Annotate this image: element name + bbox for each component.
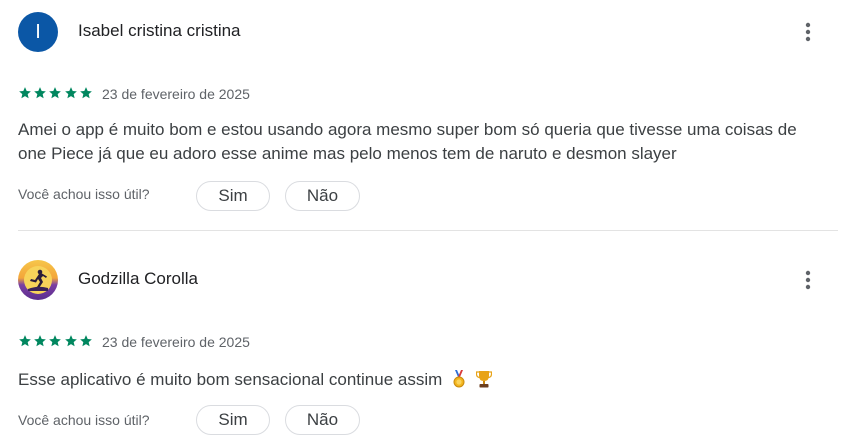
star-icon: [34, 87, 47, 99]
review-text-content: Esse aplicativo é muito bom sensacional …: [18, 370, 443, 389]
surfer-sunset-avatar: [18, 260, 58, 300]
star-icon: [49, 87, 62, 99]
star-rating: [18, 86, 94, 100]
more-options-icon[interactable]: [796, 268, 820, 292]
helpful-prompt: Você achou isso útil?: [18, 412, 150, 428]
trophy-icon: [475, 371, 492, 388]
star-icon: [49, 335, 62, 347]
surfer-figure-icon: [28, 269, 48, 291]
medal-icon: [453, 370, 465, 388]
star-icon: [19, 87, 31, 99]
star-icon: [79, 87, 92, 99]
review-text: Esse aplicativo é muito bom sensacional …: [18, 368, 828, 392]
reviewer-name: Godzilla Corolla: [78, 269, 198, 288]
review-card: Godzilla Corolla 23 de fevereiro de 2025…: [0, 248, 858, 440]
helpful-no-button[interactable]: Não: [285, 405, 360, 435]
avatar: I: [18, 12, 58, 52]
star-icon: [19, 335, 31, 347]
divider: [18, 230, 838, 231]
review-date: 23 de fevereiro de 2025: [102, 334, 250, 350]
more-options-icon[interactable]: [796, 20, 820, 44]
star-rating: [18, 334, 94, 348]
star-icon: [64, 335, 77, 347]
star-icon: [64, 87, 77, 99]
review-text: Amei o app é muito bom e estou usando ag…: [18, 120, 797, 163]
review-card: I Isabel cristina cristina 23 de feverei…: [0, 0, 858, 232]
review-date: 23 de fevereiro de 2025: [102, 86, 250, 102]
star-icon: [79, 335, 92, 347]
star-icon: [34, 335, 47, 347]
helpful-prompt: Você achou isso útil?: [18, 186, 150, 202]
reviewer-name: Isabel cristina cristina: [78, 21, 241, 40]
helpful-yes-button[interactable]: Sim: [196, 405, 270, 435]
helpful-yes-button[interactable]: Sim: [196, 181, 270, 211]
helpful-no-button[interactable]: Não: [285, 181, 360, 211]
